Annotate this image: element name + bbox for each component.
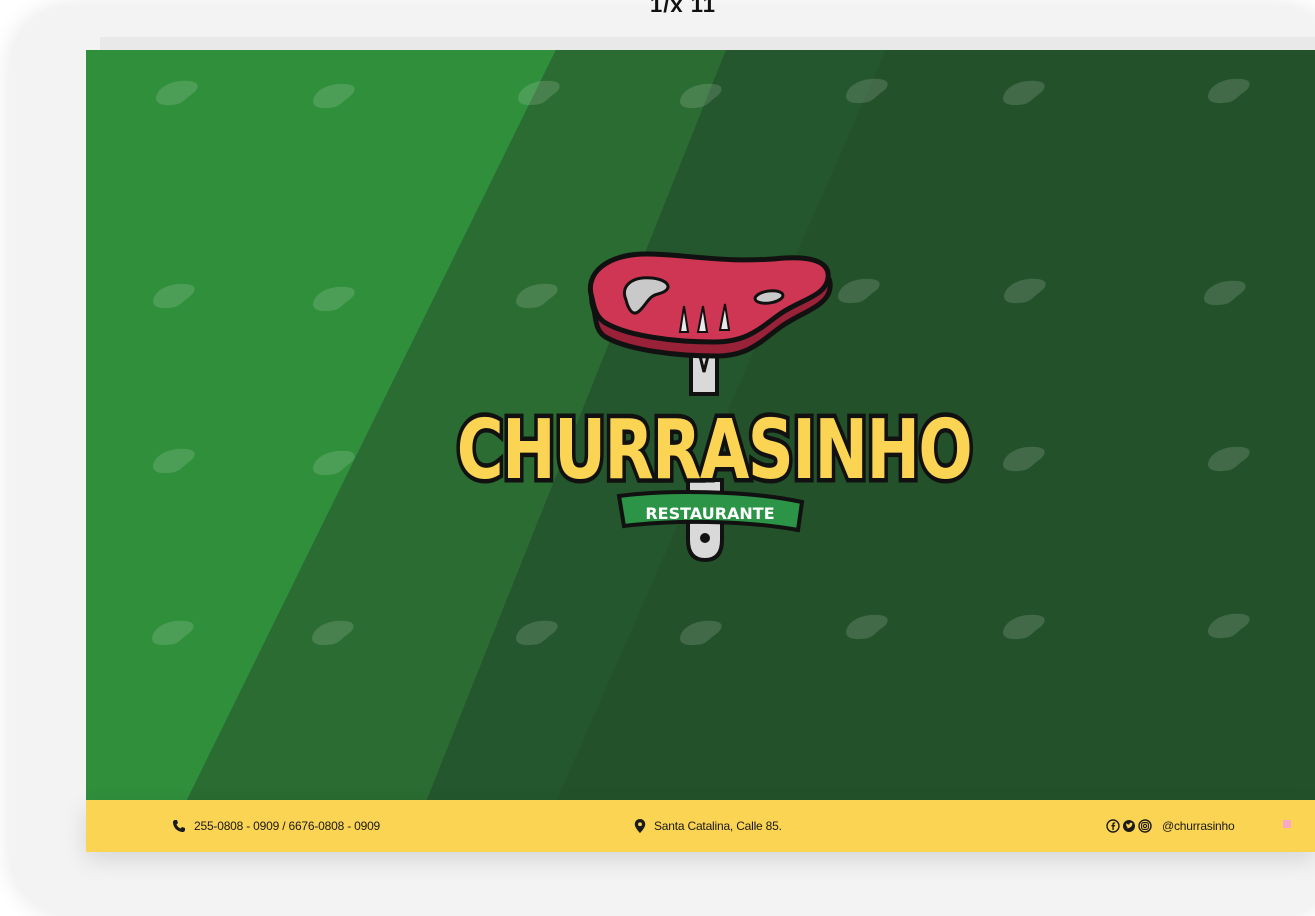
brand-name: CHURRASINHO (457, 403, 971, 498)
social-handle: @churrasinho (1162, 819, 1235, 833)
corner-marker (1283, 820, 1291, 828)
instagram-icon (1138, 819, 1152, 833)
brand-tagline: RESTAURANTE (645, 504, 774, 523)
footer-bar: 255-0808 - 0909 / 6676-0808 - 0909 Santa… (86, 800, 1315, 852)
social-icons (1106, 819, 1152, 833)
contact-address[interactable]: Santa Catalina, Calle 85. (634, 800, 782, 852)
address-text: Santa Catalina, Calle 85. (654, 819, 782, 833)
top-strip (100, 37, 1315, 50)
brand-wordmark: CHURRASINHO (453, 399, 977, 502)
twitter-icon (1123, 820, 1135, 832)
steak-icon (587, 251, 833, 359)
hero-banner: CHURRASINHO RESTAURANTE (86, 50, 1315, 802)
phone-icon (172, 819, 186, 833)
location-pin-icon (634, 819, 646, 833)
brand-logo: CHURRASINHO RESTAURANTE (453, 251, 977, 563)
facebook-icon (1106, 819, 1120, 833)
phone-numbers: 255-0808 - 0909 / 6676-0808 - 0909 (194, 819, 381, 833)
page-indicator: 1/x 11 (650, 0, 716, 17)
contact-phone[interactable]: 255-0808 - 0909 / 6676-0808 - 0909 (172, 800, 380, 852)
social-links[interactable]: @churrasinho (1106, 800, 1235, 852)
